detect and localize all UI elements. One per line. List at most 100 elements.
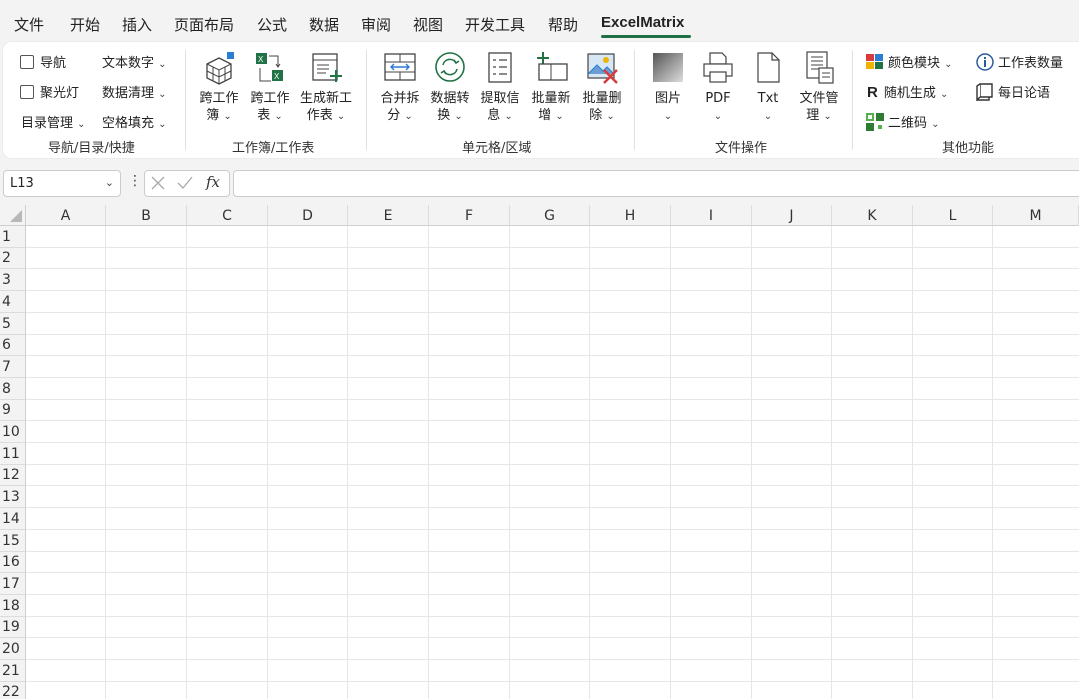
row-gridline (26, 420, 1079, 421)
column-header[interactable]: K (832, 205, 913, 226)
batch-add-button[interactable]: 批量新增 ⌄ (526, 50, 576, 125)
row-header[interactable]: 4 (0, 291, 26, 313)
list-document-icon (488, 52, 512, 83)
name-box[interactable]: L13 ⌄ (3, 170, 121, 197)
batch-delete-button[interactable]: 批量删除 ⌄ (578, 50, 626, 125)
row-header[interactable]: 7 (0, 356, 26, 378)
menu-developer[interactable]: 开发工具 (465, 14, 525, 35)
color-blocks-icon (866, 54, 883, 69)
row-header[interactable]: 18 (0, 595, 26, 617)
column-header[interactable]: G (510, 205, 590, 226)
insert-function-button[interactable]: fx (206, 173, 220, 191)
new-sheet-button[interactable]: 生成新工 作表 ⌄ (296, 50, 356, 125)
row-header[interactable]: 11 (0, 443, 26, 465)
row-header[interactable]: 1 (0, 226, 26, 248)
daily-quote-button[interactable]: 每日论语 (976, 82, 1050, 102)
column-header[interactable]: B (106, 205, 187, 226)
row-header[interactable]: 15 (0, 530, 26, 552)
column-header[interactable]: C (187, 205, 268, 226)
row-header[interactable]: 5 (0, 313, 26, 335)
txt-button[interactable]: Txt ⌄ (744, 50, 792, 125)
group-label-file: 文件操作 (715, 141, 768, 156)
checkbox-icon (20, 85, 34, 99)
column-header[interactable]: L (913, 205, 993, 226)
row-header[interactable]: 17 (0, 573, 26, 595)
column-gridline (428, 226, 429, 699)
sheet-count-button[interactable]: 工作表数量 (976, 52, 1063, 71)
row-header[interactable]: 10 (0, 421, 26, 443)
spotlight-checkbox[interactable]: 聚光灯 (20, 82, 79, 101)
menu-file[interactable]: 文件 (14, 14, 44, 35)
column-header[interactable]: I (671, 205, 752, 226)
column-gridline (105, 226, 106, 699)
menu-bar: 文件 开始 插入 页面布局 公式 数据 审阅 视图 开发工具 帮助 ExcelM… (0, 0, 1079, 40)
column-header[interactable]: H (590, 205, 671, 226)
row-header[interactable]: 8 (0, 378, 26, 400)
group-label-other: 其他功能 (942, 141, 995, 156)
column-gridline (509, 226, 510, 699)
row-header[interactable]: 12 (0, 465, 26, 486)
row-header[interactable]: 20 (0, 638, 26, 660)
chevron-down-icon: ⌄ (931, 119, 940, 130)
column-gridline (186, 226, 187, 699)
cancel-icon[interactable] (149, 174, 167, 192)
row-header[interactable]: 22 (0, 682, 26, 699)
chevron-down-icon: ⌄ (158, 59, 167, 70)
text-file-icon (757, 52, 780, 83)
formula-input[interactable] (233, 170, 1079, 197)
svg-text:X: X (258, 55, 264, 64)
row-header[interactable]: 16 (0, 552, 26, 573)
random-generate-dropdown[interactable]: R 随机生成 ⌄ (867, 82, 948, 101)
file-manager-button[interactable]: 文件管理 ⌄ (794, 50, 844, 125)
qr-code-dropdown[interactable]: 二维码 ⌄ (866, 112, 940, 131)
pdf-button[interactable]: PDF ⌄ (694, 50, 742, 125)
color-module-dropdown[interactable]: 颜色模块 ⌄ (866, 52, 953, 71)
menu-page-layout[interactable]: 页面布局 (174, 14, 234, 35)
text-number-dropdown[interactable]: 文本数字 ⌄ (102, 52, 167, 71)
fill-blank-dropdown[interactable]: 空格填充 ⌄ (102, 112, 167, 131)
image-button[interactable]: 图片 ⌄ (644, 50, 692, 125)
data-convert-button[interactable]: 数据转换 ⌄ (426, 50, 474, 125)
row-header[interactable]: 13 (0, 486, 26, 508)
column-header[interactable]: A (26, 205, 106, 226)
menu-excelmatrix[interactable]: ExcelMatrix (601, 14, 684, 31)
row-header[interactable]: 2 (0, 248, 26, 269)
row-header[interactable]: 21 (0, 660, 26, 682)
menu-view[interactable]: 视图 (413, 14, 443, 35)
row-header[interactable]: 19 (0, 617, 26, 638)
toc-dropdown[interactable]: 目录管理 ⌄ (21, 112, 86, 131)
group-label-cells: 单元格/区域 (462, 141, 532, 156)
row-header[interactable]: 6 (0, 335, 26, 356)
cross-sheet-button[interactable]: XX 跨工作表 ⌄ (245, 50, 295, 125)
column-header[interactable]: M (993, 205, 1079, 226)
more-options-icon[interactable]: ⋮ (128, 173, 142, 189)
menu-home[interactable]: 开始 (70, 14, 100, 35)
column-header[interactable]: D (268, 205, 348, 226)
extract-info-button[interactable]: 提取信息 ⌄ (476, 50, 524, 125)
select-all-corner[interactable] (0, 205, 26, 226)
nav-checkbox[interactable]: 导航 (20, 52, 66, 71)
menu-insert[interactable]: 插入 (122, 14, 152, 35)
merge-split-button[interactable]: 合并拆分 ⌄ (376, 50, 424, 125)
column-header[interactable]: F (429, 205, 510, 226)
row-gridline (26, 551, 1079, 552)
chevron-down-icon: ⌄ (158, 119, 167, 130)
enter-check-icon[interactable] (176, 174, 194, 192)
data-clean-dropdown[interactable]: 数据清理 ⌄ (102, 82, 167, 101)
column-header[interactable]: E (348, 205, 429, 226)
row-header[interactable]: 9 (0, 400, 26, 421)
chevron-down-icon: ⌄ (555, 111, 564, 122)
menu-help[interactable]: 帮助 (548, 14, 578, 35)
menu-review[interactable]: 审阅 (361, 14, 391, 35)
row-gridline (26, 594, 1079, 595)
row-gridline (26, 507, 1079, 508)
cross-workbook-button[interactable]: 跨工作簿 ⌄ (194, 50, 244, 125)
row-header[interactable]: 3 (0, 269, 26, 291)
menu-formulas[interactable]: 公式 (257, 14, 287, 35)
column-header[interactable]: J (752, 205, 832, 226)
column-gridline (670, 226, 671, 699)
menu-data[interactable]: 数据 (309, 14, 339, 35)
row-header[interactable]: 14 (0, 508, 26, 530)
row-gridline (26, 268, 1079, 269)
row-gridline (26, 399, 1079, 400)
